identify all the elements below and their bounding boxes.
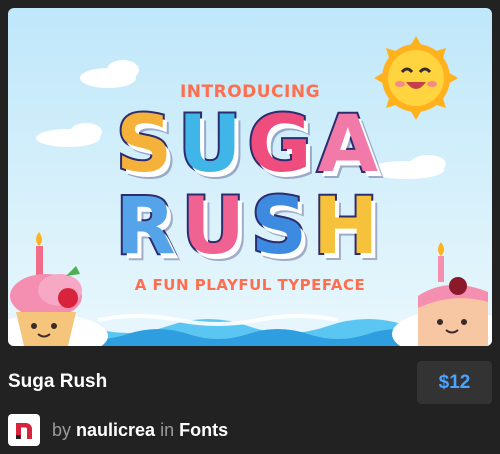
category-link[interactable]: Fonts (179, 420, 228, 440)
letter: R (114, 182, 182, 272)
letter: G (246, 100, 318, 190)
letter: A (316, 100, 384, 190)
byline-in: in (160, 419, 175, 440)
byline-by: by (52, 419, 72, 440)
product-preview-image[interactable]: INTRODUCING SUGA RUSH A FUN PLAYFUL TYPE… (8, 8, 492, 346)
product-card[interactable]: INTRODUCING SUGA RUSH A FUN PLAYFUL TYPE… (0, 0, 500, 454)
letter: S (114, 100, 179, 190)
preview-tagline: A FUN PLAYFUL TYPEFACE (134, 276, 366, 294)
preview-word-rush: RUSH (8, 186, 492, 268)
letter: S (249, 182, 314, 272)
product-title[interactable]: Suga Rush (8, 371, 107, 393)
author-link[interactable]: naulicrea (76, 420, 155, 440)
byline: by naulicrea in Fonts (52, 420, 228, 441)
letter: H (311, 182, 385, 272)
author-row: by naulicrea in Fonts (8, 413, 492, 447)
preview-word-suga: SUGA (8, 104, 492, 186)
letter: U (180, 182, 251, 272)
price-button[interactable]: $12 (417, 361, 492, 404)
letter: U (176, 100, 248, 190)
author-logo-icon[interactable] (8, 414, 40, 446)
preview-intro-text: INTRODUCING (179, 82, 321, 102)
